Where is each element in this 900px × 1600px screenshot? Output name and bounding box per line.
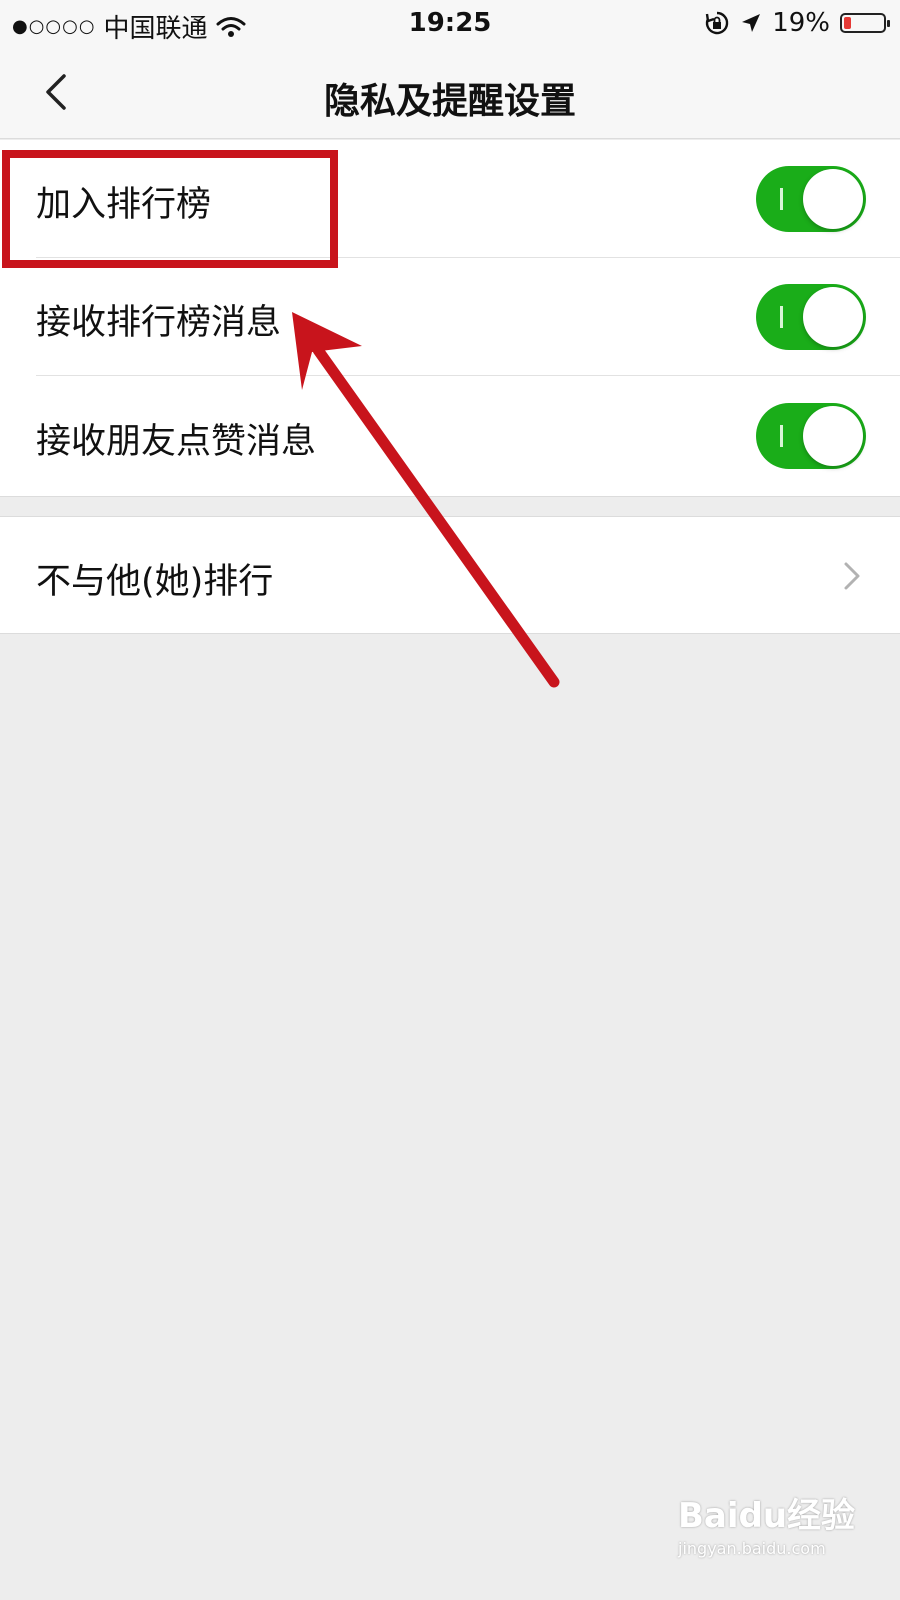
join-leaderboard-toggle[interactable] xyxy=(756,166,866,232)
setting-row-receive-leaderboard-messages[interactable]: 接收排行榜消息 xyxy=(0,258,900,376)
location-arrow-icon xyxy=(742,14,761,32)
status-right: 19% xyxy=(704,8,890,38)
navigation-bar: 隐私及提醒设置 xyxy=(0,46,900,139)
battery-level-fill xyxy=(844,17,851,29)
page-title: 隐私及提醒设置 xyxy=(323,81,576,122)
setting-row-receive-like-messages[interactable]: 接收朋友点赞消息 xyxy=(0,377,900,495)
toggle-knob xyxy=(803,406,863,466)
chevron-right-icon xyxy=(844,562,860,590)
exclude-group: 不与他(她)排行 xyxy=(0,516,900,634)
setting-label: 不与他(她)排行 xyxy=(36,562,274,602)
baidu-watermark: Baidu经验 jingyan.baidu.com xyxy=(678,1488,878,1578)
orientation-lock-icon xyxy=(706,11,729,35)
toggle-on-mark xyxy=(780,425,783,447)
battery-percent: 19% xyxy=(772,8,830,38)
annotation-highlight-box xyxy=(2,150,338,268)
setting-label: 接收排行榜消息 xyxy=(36,303,282,343)
status-bar: ●○○○○ 中国联通 19:25 19% xyxy=(0,0,900,46)
toggle-on-mark xyxy=(780,306,783,328)
receive-like-messages-toggle[interactable] xyxy=(756,403,866,469)
row-divider xyxy=(36,375,900,376)
watermark-brand: Baidu经验 xyxy=(678,1496,856,1536)
watermark-url: jingyan.baidu.com xyxy=(678,1539,826,1558)
toggle-knob xyxy=(803,169,863,229)
toggle-knob xyxy=(803,287,863,347)
battery-icon xyxy=(840,13,890,33)
toggle-on-mark xyxy=(780,188,783,210)
setting-row-exclude-ranking[interactable]: 不与他(她)排行 xyxy=(0,517,900,633)
setting-label: 接收朋友点赞消息 xyxy=(36,422,317,462)
receive-leaderboard-messages-toggle[interactable] xyxy=(756,284,866,350)
